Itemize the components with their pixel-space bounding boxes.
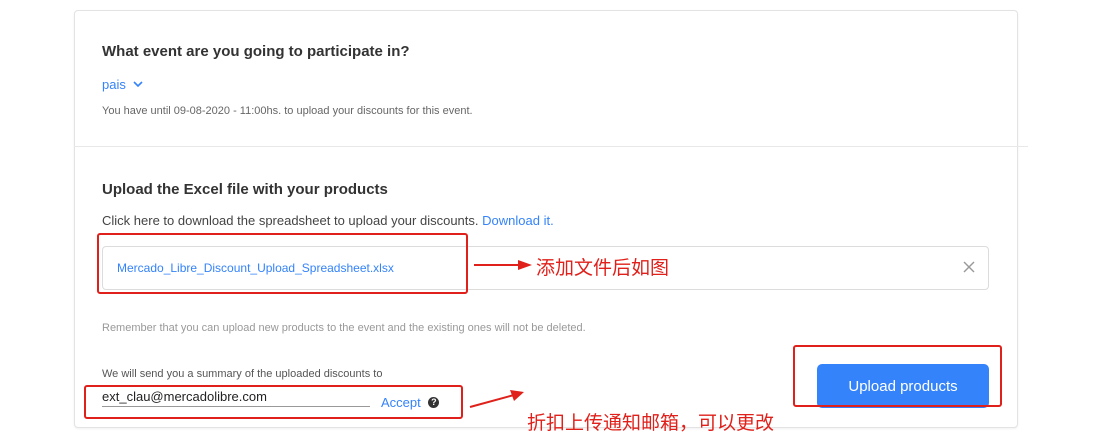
summary-text: We will send you a summary of the upload… bbox=[102, 368, 383, 380]
download-link[interactable]: Download it. bbox=[482, 213, 554, 228]
annotation-email-note: 折扣上传通知邮箱，可以更改 bbox=[527, 412, 775, 434]
screenshot-stage: What event are you going to participate … bbox=[0, 0, 1104, 442]
arrow-right-icon bbox=[469, 390, 524, 408]
annotation-box-file bbox=[97, 233, 468, 294]
close-icon[interactable] bbox=[962, 260, 976, 274]
download-instructions: Click here to download the spreadsheet t… bbox=[102, 213, 554, 228]
annotation-box-email bbox=[84, 385, 463, 419]
download-instructions-text: Click here to download the spreadsheet t… bbox=[102, 213, 479, 228]
annotation-box-upload-button bbox=[793, 345, 1002, 407]
event-selector-label: pais bbox=[102, 77, 126, 92]
event-section-title: What event are you going to participate … bbox=[102, 43, 410, 60]
arrow-right-icon bbox=[474, 260, 532, 270]
annotation-file-added: 添加文件后如图 bbox=[536, 257, 670, 279]
deadline-text: You have until 09-08-2020 - 11:00hs. to … bbox=[102, 105, 473, 117]
section-divider bbox=[74, 146, 1028, 147]
upload-section-title: Upload the Excel file with your products bbox=[102, 181, 388, 198]
reminder-text: Remember that you can upload new product… bbox=[102, 322, 586, 334]
chevron-down-icon bbox=[133, 80, 144, 87]
event-selector[interactable]: pais bbox=[102, 77, 144, 92]
